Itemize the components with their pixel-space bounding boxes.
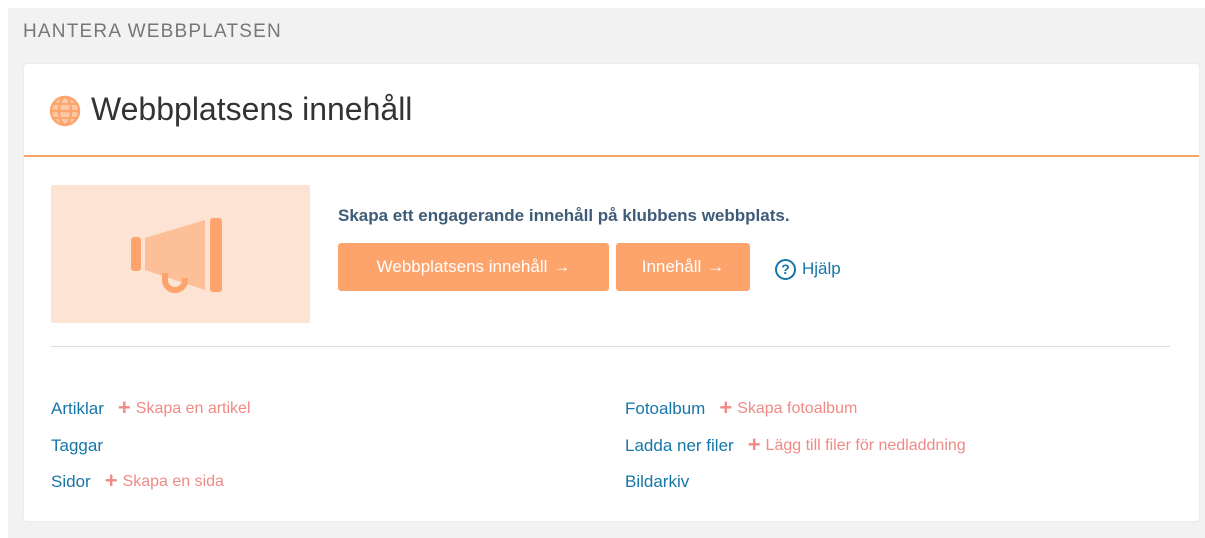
section-title: HANTERA WEBBPLATSEN [23, 21, 282, 42]
create-article-link[interactable]: + Skapa en artikel [117, 395, 251, 420]
link-row-tags: Taggar [51, 434, 103, 458]
card-header: Webbplatsens innehåll [24, 64, 1199, 157]
divider [51, 346, 1170, 347]
help-icon: ? [775, 258, 796, 280]
plus-icon: + [719, 395, 733, 420]
promo-image [51, 185, 310, 323]
content-button[interactable]: Innehåll → [616, 243, 750, 291]
articles-link[interactable]: Artiklar [51, 399, 104, 419]
megaphone-icon [131, 218, 222, 293]
page-background: HANTERA WEBBPLATSEN Webbplatsens innehål… [8, 8, 1205, 538]
add-download-files-label: Lägg till filer för nedladdning [765, 437, 966, 454]
content-card: Webbplatsens innehåll Skapa ett engagera… [24, 64, 1199, 521]
help-label: Hjälp [802, 259, 841, 278]
promo-text: Skapa ett engagerande innehåll på klubbe… [338, 206, 790, 225]
link-row-downloads: Ladda ner filer + Lägg till filer för ne… [625, 434, 966, 458]
pages-link[interactable]: Sidor [51, 472, 91, 492]
button-label: Innehåll [641, 257, 702, 276]
plus-icon: + [104, 468, 118, 493]
link-row-photo-albums: Fotoalbum + Skapa fotoalbum [625, 397, 857, 421]
button-label: Webbplatsens innehåll [376, 257, 548, 276]
plus-icon: + [117, 395, 131, 420]
website-content-button[interactable]: Webbplatsens innehåll → [338, 243, 609, 291]
photo-albums-link[interactable]: Fotoalbum [625, 399, 705, 419]
tags-link[interactable]: Taggar [51, 436, 103, 456]
globe-icon [49, 95, 81, 127]
arrow-right-icon: → [707, 257, 725, 276]
add-download-files-link[interactable]: + Lägg till filer för nedladdning [747, 432, 966, 457]
card-title: Webbplatsens innehåll [91, 91, 413, 127]
link-row-pages: Sidor + Skapa en sida [51, 470, 224, 494]
create-photo-album-link[interactable]: + Skapa fotoalbum [719, 395, 858, 420]
create-page-link[interactable]: + Skapa en sida [104, 468, 224, 493]
arrow-right-icon: → [553, 257, 571, 276]
create-article-label: Skapa en artikel [135, 400, 251, 417]
downloads-link[interactable]: Ladda ner filer [625, 436, 734, 456]
link-row-image-archive: Bildarkiv [625, 470, 689, 494]
create-page-label: Skapa en sida [122, 473, 224, 490]
create-photo-album-label: Skapa fotoalbum [737, 400, 858, 417]
help-link[interactable]: ? Hjälp [775, 257, 841, 281]
plus-icon: + [747, 432, 761, 457]
image-archive-link[interactable]: Bildarkiv [625, 472, 689, 492]
link-row-articles: Artiklar + Skapa en artikel [51, 397, 251, 421]
